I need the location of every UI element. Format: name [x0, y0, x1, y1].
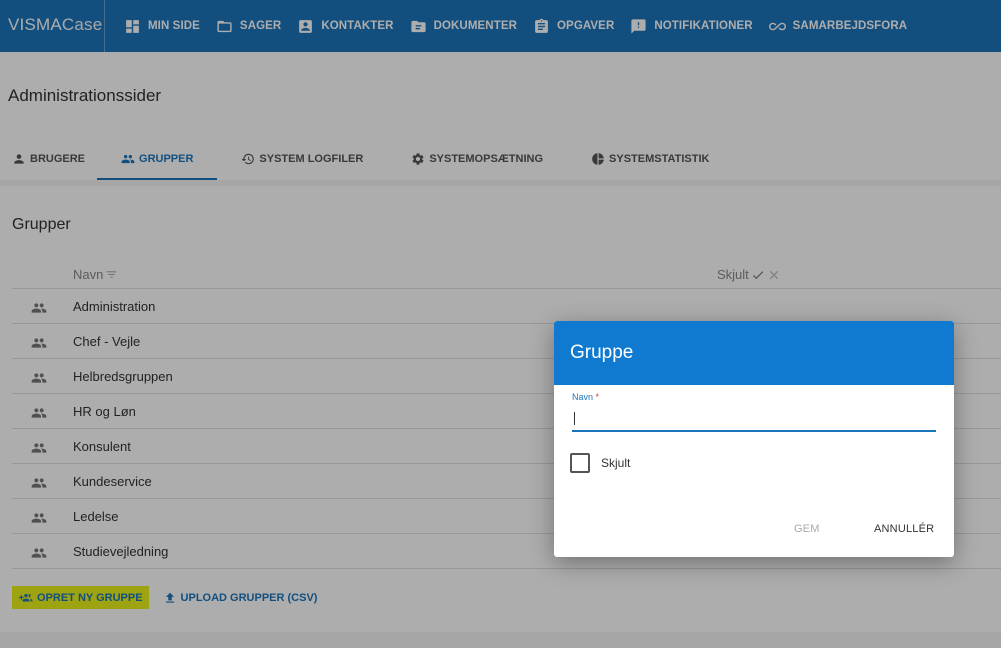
- dialog-title: Gruppe: [570, 342, 634, 363]
- hidden-checkbox-row[interactable]: Skjult: [570, 453, 630, 473]
- group-dialog: Gruppe Navn * Skjult GEM ANNULLÉR: [554, 321, 954, 557]
- save-button[interactable]: GEM: [794, 523, 820, 535]
- hidden-checkbox[interactable]: [570, 453, 590, 473]
- required-mark: *: [595, 392, 600, 402]
- hidden-checkbox-label: Skjult: [601, 456, 631, 470]
- cancel-button[interactable]: ANNULLÉR: [874, 523, 934, 535]
- name-field-label: Navn *: [572, 392, 599, 402]
- text-cursor: [574, 412, 575, 425]
- name-input[interactable]: [572, 406, 936, 432]
- dialog-header: Gruppe: [554, 321, 954, 385]
- name-label-text: Navn: [572, 392, 594, 402]
